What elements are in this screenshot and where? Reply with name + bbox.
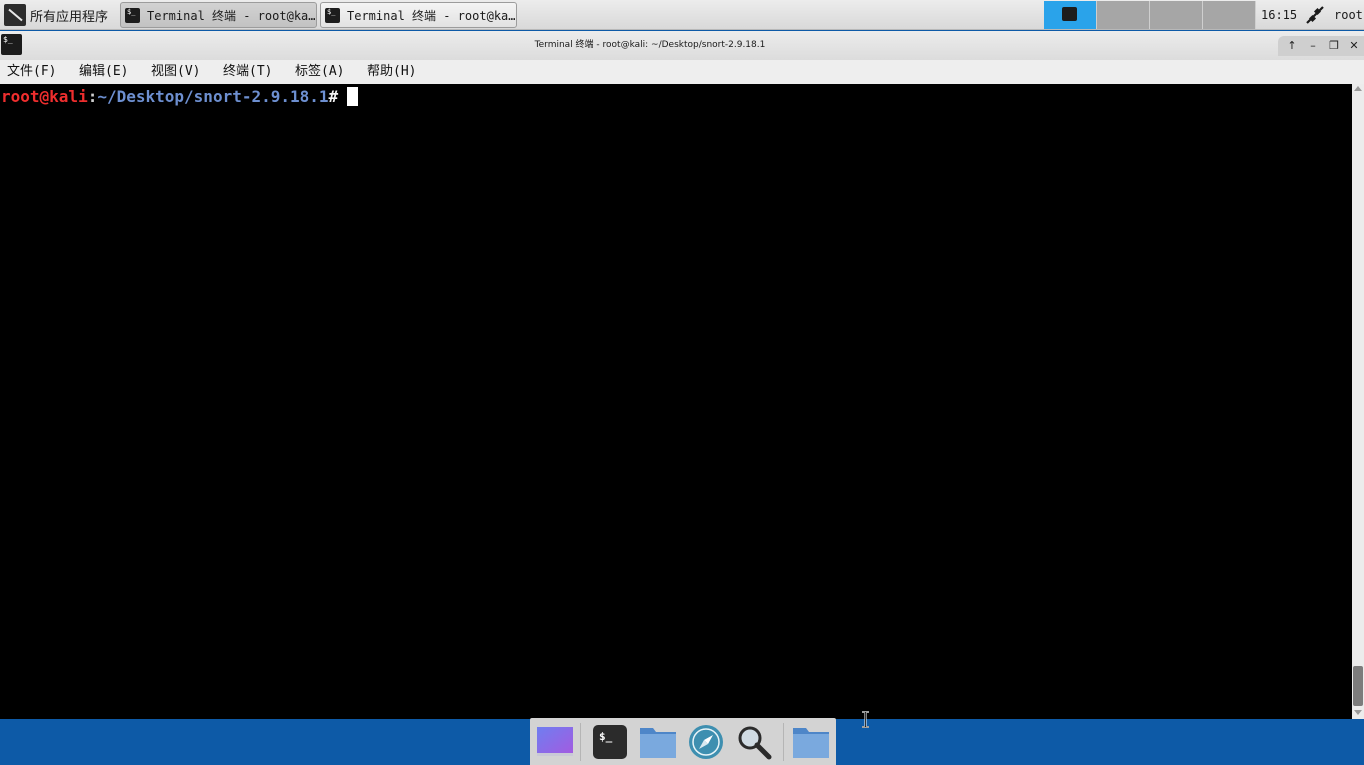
workspace-4[interactable] — [1203, 1, 1256, 29]
dock-separator — [783, 723, 784, 761]
text-cursor — [347, 87, 359, 106]
prompt-path: ~/Desktop/snort-2.9.18.1 — [97, 87, 329, 106]
desktop-icon[interactable] — [536, 724, 574, 760]
applications-menu-button[interactable]: 所有应用程序 — [0, 0, 108, 30]
scroll-up-arrow-icon[interactable] — [1354, 86, 1362, 91]
prompt-symbol: # — [328, 87, 339, 106]
menu-file[interactable]: 文件(F) — [7, 60, 56, 84]
network-disconnected-icon[interactable] — [1304, 4, 1326, 26]
top-panel: 所有应用程序 $_ Terminal 终端 - root@ka… $_ Term… — [0, 0, 1364, 30]
applications-menu-label: 所有应用程序 — [30, 9, 109, 25]
terminal-icon[interactable]: $_ — [591, 724, 629, 760]
minimize-button[interactable]: – — [1303, 36, 1323, 56]
menu-tabs[interactable]: 标签(A) — [295, 60, 344, 84]
web-browser-icon[interactable] — [687, 724, 725, 760]
maximize-button[interactable]: ❐ — [1324, 36, 1344, 56]
scrollbar-thumb[interactable] — [1353, 666, 1363, 706]
menu-help[interactable]: 帮助(H) — [367, 60, 416, 84]
terminal-icon: $_ — [125, 7, 140, 23]
workspace-2[interactable] — [1097, 1, 1150, 29]
workspace-switcher — [1044, 1, 1256, 29]
scroll-down-arrow-icon[interactable] — [1354, 710, 1362, 715]
app-finder-icon[interactable] — [735, 724, 773, 760]
taskbar-label: Terminal 终端 - root@ka… — [147, 8, 316, 23]
menu-edit[interactable]: 编辑(E) — [79, 60, 128, 84]
window-controls: ↑ – ❐ ✕ — [1278, 36, 1364, 56]
taskbar-label: Terminal 终端 - root@ka… — [347, 8, 516, 23]
user-menu[interactable]: root — [1334, 0, 1363, 30]
taskbar-button-terminal-2[interactable]: $_ Terminal 终端 - root@ka… — [320, 2, 517, 28]
terminal-icon: $_ — [325, 7, 340, 23]
window-titlebar[interactable]: $_ Terminal 终端 - root@kali: ~/Desktop/sn… — [0, 31, 1364, 60]
shell-prompt: root@kali:~/Desktop/snort-2.9.18.1# — [1, 87, 359, 107]
dock: $_ — [530, 718, 836, 765]
menu-bar: 文件(F) 编辑(E) 视图(V) 终端(T) 标签(A) 帮助(H) — [0, 60, 1364, 84]
taskbar-button-terminal-1[interactable]: $_ Terminal 终端 - root@ka… — [120, 2, 317, 28]
close-button[interactable]: ✕ — [1344, 36, 1364, 56]
workspace-3[interactable] — [1150, 1, 1203, 29]
menu-view[interactable]: 视图(V) — [151, 60, 200, 84]
prompt-user: root@kali — [1, 87, 88, 106]
terminal-window: $_ Terminal 终端 - root@kali: ~/Desktop/sn… — [0, 31, 1364, 728]
folder-icon[interactable] — [792, 724, 830, 760]
workspace-1[interactable] — [1044, 1, 1097, 29]
text-cursor-ibeam-icon — [862, 711, 869, 728]
kali-menu-icon — [4, 4, 26, 26]
svg-text:$_: $_ — [599, 730, 613, 743]
menu-terminal[interactable]: 终端(T) — [223, 60, 272, 84]
window-title: Terminal 终端 - root@kali: ~/Desktop/snort… — [534, 40, 766, 50]
dock-separator — [580, 723, 581, 761]
terminal-icon — [1062, 7, 1077, 21]
terminal-output[interactable]: root@kali:~/Desktop/snort-2.9.18.1# — [0, 84, 1352, 719]
prompt-separator: : — [87, 87, 98, 106]
keep-above-button[interactable]: ↑ — [1282, 36, 1302, 56]
file-manager-icon[interactable] — [639, 724, 677, 760]
clock[interactable]: 16:15 — [1261, 0, 1297, 30]
terminal-scrollbar[interactable] — [1352, 84, 1364, 719]
